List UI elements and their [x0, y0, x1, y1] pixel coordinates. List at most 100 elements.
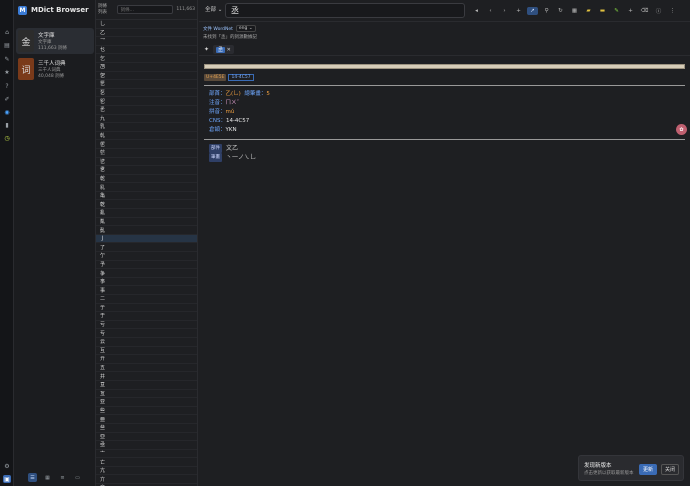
word-list-item[interactable]: 乺 [96, 140, 197, 149]
word-list-item[interactable]: 乫 [96, 72, 197, 81]
word-list-item[interactable]: 亁 [96, 200, 197, 210]
word-list-item[interactable]: 乙 [96, 29, 197, 38]
field-key: 總筆畫： [244, 91, 267, 97]
word-list-item[interactable]: 二 [96, 295, 197, 304]
word-list-item[interactable]: 亢 [96, 467, 197, 476]
word-list-item[interactable]: 亡 [96, 458, 197, 467]
word-list-item[interactable]: 乪 [96, 63, 197, 72]
more-icon[interactable]: ⋮ [667, 7, 678, 15]
floating-action-button[interactable]: ✿ [676, 124, 687, 135]
word-list-item[interactable]: 乚 [96, 20, 197, 29]
home-icon[interactable]: ⌂ [3, 28, 11, 36]
refresh-icon[interactable]: ↻ [555, 7, 566, 15]
dictionary-item[interactable]: 词 三千人词典 三千人词典 40,048 詞條 [16, 56, 94, 82]
nav-prev-icon[interactable]: › [499, 7, 510, 15]
word-list-item[interactable]: 乞 [96, 54, 197, 63]
scope-select[interactable]: 全部 ⌄ [205, 5, 222, 13]
close-toast-button[interactable]: 关闭 [661, 464, 679, 475]
edit-icon[interactable]: ✐ [3, 95, 11, 103]
grid-view-icon[interactable]: ▦ [43, 473, 52, 482]
word-list-item[interactable]: 九 [96, 115, 197, 124]
tab-entry[interactable]: 丞 ✕ [213, 45, 234, 54]
word-list-item[interactable]: 了 [96, 243, 197, 253]
word-list-item[interactable]: 亃 [96, 218, 197, 227]
word-list-item[interactable]: 乭 [96, 89, 197, 98]
dictionary-item[interactable]: 金 文字庫 文字庫 111,663 詞條 [16, 28, 94, 54]
word-list-item[interactable]: 乛 [96, 37, 197, 46]
word-list-item[interactable]: 亙 [96, 390, 197, 399]
word-list-item[interactable]: 些 [96, 407, 197, 416]
word-list-item[interactable]: 亜 [96, 415, 197, 424]
word-list-item[interactable]: 亀 [96, 192, 197, 201]
word-list-item[interactable]: 井 [96, 372, 197, 381]
clock-icon[interactable]: ◷ [3, 134, 11, 142]
word-list-item[interactable]: 亞 [96, 433, 197, 442]
home-tab-icon[interactable]: ✦ [204, 46, 209, 53]
word-list-item[interactable]: 亂 [96, 209, 197, 218]
grid-icon[interactable]: ▦ [569, 7, 580, 15]
word-list-item[interactable]: 亐 [96, 329, 197, 338]
tag-icon[interactable]: ▣ [3, 475, 11, 483]
word-list-item[interactable]: 五 [96, 364, 197, 373]
word-list-item[interactable]: 亣 [96, 475, 197, 485]
word-list-item[interactable]: 予 [96, 261, 197, 270]
word-list-item[interactable]: 乜 [96, 46, 197, 55]
zoom-icon[interactable]: ⚲ [541, 7, 552, 15]
tab-label: 丞 [216, 47, 226, 53]
word-list-item[interactable]: 争 [96, 269, 197, 278]
word-list-item[interactable]: 亘 [96, 381, 197, 390]
nav-back-icon[interactable]: ◂ [471, 7, 482, 15]
word-filter-input[interactable]: 詞條... [116, 5, 174, 14]
book-icon[interactable]: ▤ [3, 41, 11, 49]
bookmark-icon[interactable]: ▮ [3, 121, 11, 129]
word-list-item[interactable]: 互 [96, 347, 197, 356]
word-list-item[interactable]: 事 [96, 286, 197, 295]
word-list-item[interactable]: 亍 [96, 304, 197, 313]
plus-icon[interactable]: + [625, 7, 636, 15]
pin-icon[interactable]: ✎ [3, 55, 11, 63]
word-list-item[interactable]: 乾 [96, 175, 197, 184]
pin-active-icon[interactable]: ➚ [527, 7, 538, 15]
search-input[interactable]: 丞 [225, 3, 465, 18]
word-list-item[interactable]: 亓 [96, 355, 197, 364]
word-list-item[interactable]: 亟 [96, 441, 197, 450]
close-icon[interactable]: ✕ [227, 47, 231, 53]
list-view-icon[interactable]: ☰ [28, 473, 37, 482]
word-list-item[interactable]: 乳 [96, 123, 197, 132]
word-list-item[interactable]: 亝 [96, 424, 197, 433]
question-icon[interactable]: ? [3, 82, 11, 90]
star-icon[interactable]: ★ [3, 68, 11, 76]
word-list-item[interactable]: 亊 [96, 278, 197, 287]
clear-icon[interactable]: ⌫ [639, 7, 650, 15]
word-list-item[interactable]: 乽 [96, 166, 197, 175]
word-list-label: 詞條 列表 [98, 4, 114, 16]
language-select[interactable]: eng ⌄ [235, 25, 256, 32]
word-list-item[interactable]: 乼 [96, 158, 197, 167]
compact-view-icon[interactable]: ▭ [73, 473, 82, 482]
word-list-item[interactable]: 乯 [96, 106, 197, 115]
word-list-item[interactable]: 乬 [96, 80, 197, 89]
word-list-item[interactable]: 乮 [96, 97, 197, 106]
word-list-item[interactable]: 亅 [96, 234, 197, 244]
split-icon[interactable]: ✎ [611, 7, 622, 15]
word-list-item[interactable]: 乿 [96, 183, 197, 192]
folder-icon[interactable]: ▰ [583, 7, 594, 15]
info-icon[interactable]: ⓘ [653, 7, 664, 15]
word-list-item[interactable]: 于 [96, 312, 197, 321]
word-list-item[interactable]: 亇 [96, 252, 197, 261]
update-button[interactable]: 更新 [639, 464, 657, 475]
word-list-item[interactable]: 乻 [96, 149, 197, 158]
nav-first-icon[interactable]: ‹ [485, 7, 496, 15]
divider [204, 85, 685, 86]
gear-icon[interactable]: ⚙ [3, 462, 11, 470]
menu-icon[interactable]: ≡ [58, 473, 67, 482]
word-list-item[interactable]: 云 [96, 338, 197, 347]
download-icon[interactable]: ▬ [597, 7, 608, 15]
nav-next-icon[interactable]: + [513, 7, 524, 15]
word-list-item[interactable]: 乹 [96, 132, 197, 141]
globe-icon[interactable]: ◉ [3, 108, 11, 116]
word-list-item[interactable]: 亚 [96, 398, 197, 407]
word-list-item[interactable]: 亠 [96, 450, 197, 459]
word-list-item[interactable]: 亏 [96, 321, 197, 330]
word-list-item[interactable]: 亄 [96, 226, 197, 235]
